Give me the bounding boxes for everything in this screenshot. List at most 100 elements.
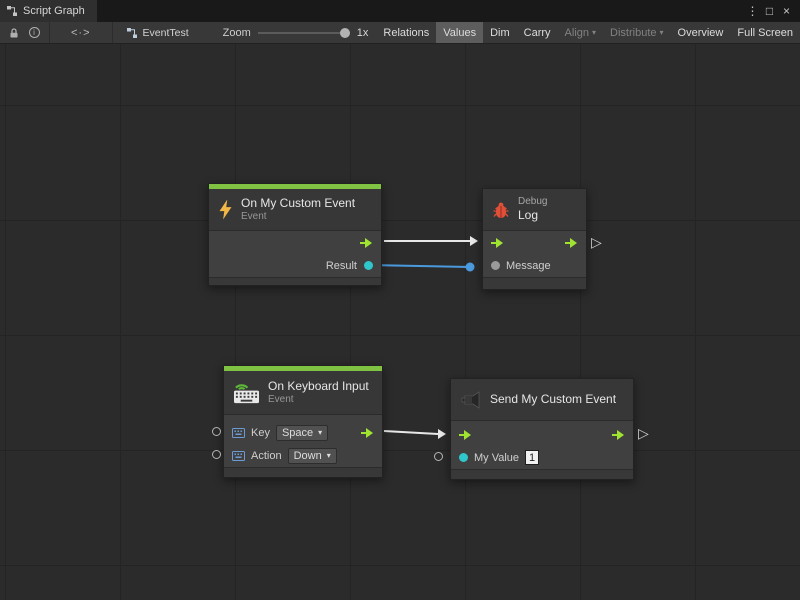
my-value-unconnected-port[interactable]: [434, 452, 443, 461]
info-icon[interactable]: i: [24, 27, 44, 38]
chevron-down-icon: ▾: [592, 29, 596, 37]
dim-label: Dim: [490, 27, 510, 39]
key-dropdown[interactable]: Space ▾: [276, 425, 328, 441]
overview-label: Overview: [678, 27, 724, 39]
chevron-down-icon: ▾: [318, 429, 322, 437]
script-graph-window: Script Graph ⋮ □ × i <·> EventTes: [0, 0, 800, 600]
zoom-value: 1x: [357, 27, 369, 39]
node-footer: [224, 467, 382, 477]
bug-icon: [492, 201, 510, 219]
chevron-down-icon: ▾: [327, 452, 331, 460]
action-icon: [232, 451, 245, 461]
node-on-keyboard-input[interactable]: On Keyboard Input Event Key Space ▾: [223, 365, 383, 478]
zoom-knob[interactable]: [340, 28, 350, 38]
port-row: [451, 423, 633, 446]
node-body: Message: [483, 231, 586, 277]
relations-button[interactable]: Relations: [376, 22, 436, 43]
flow-output-port[interactable]: [361, 428, 374, 438]
result-value-port[interactable]: [364, 261, 373, 270]
fullscreen-label: Full Screen: [737, 27, 793, 39]
value-connection-endpoint: [466, 263, 475, 272]
port-row: [209, 231, 381, 254]
toolbar-separator: [49, 22, 50, 43]
node-footer: [209, 277, 381, 285]
flow-output-port[interactable]: [612, 430, 625, 440]
node-title: Send My Custom Event: [490, 392, 616, 407]
node-title: On My Custom Event: [241, 196, 355, 211]
distribute-label: Distribute: [610, 27, 656, 39]
node-body: Result: [209, 231, 381, 277]
node-send-my-custom-event[interactable]: Send My Custom Event My Value 1: [450, 378, 634, 480]
zoom-slider[interactable]: [258, 27, 350, 39]
node-header: On Keyboard Input Event: [224, 371, 382, 415]
maximize-icon[interactable]: □: [761, 4, 778, 18]
action-dropdown[interactable]: Down ▾: [288, 448, 337, 464]
key-port-label: Key: [251, 427, 270, 439]
port-row: My Value 1: [451, 446, 633, 469]
flow-arrowhead: [438, 429, 446, 439]
node-footer: [451, 469, 633, 479]
titlebar: Script Graph ⋮ □ ×: [0, 0, 800, 22]
graph-icon: [6, 5, 18, 17]
flow-arrowhead: [470, 236, 478, 246]
node-subtitle: Event: [268, 394, 369, 406]
tab-title: Script Graph: [23, 5, 85, 17]
relations-label: Relations: [383, 27, 429, 39]
node-title: Log: [518, 208, 547, 223]
lightning-icon: [218, 200, 233, 220]
flow-output-port[interactable]: [360, 238, 373, 248]
my-value-port-label: My Value: [474, 452, 519, 464]
align-label: Align: [565, 27, 589, 39]
key-unconnected-port[interactable]: [212, 427, 221, 436]
node-debug-log[interactable]: Debug Log Message: [482, 188, 587, 290]
message-port-label: Message: [506, 260, 551, 272]
value-connection-result-to-message[interactable]: [369, 265, 470, 267]
zoom-label: Zoom: [223, 27, 251, 39]
tab-script-graph[interactable]: Script Graph: [0, 0, 97, 22]
keycode-icon: [232, 428, 245, 438]
zoom-track[interactable]: [258, 32, 350, 34]
action-port-label: Action: [251, 450, 282, 462]
graph-toolbar: i <·> EventTest Zoom 1x Relations Values: [0, 22, 800, 44]
node-body: Key Space ▾ Action Down ▾: [224, 415, 382, 467]
action-unconnected-port[interactable]: [212, 450, 221, 459]
action-dropdown-value: Down: [294, 450, 322, 462]
lock-icon[interactable]: [4, 27, 24, 39]
values-label: Values: [443, 27, 476, 39]
dim-button[interactable]: Dim: [483, 22, 517, 43]
align-button[interactable]: Align ▾: [558, 22, 603, 43]
key-dropdown-value: Space: [282, 427, 313, 439]
window-controls: ⋮ □ ×: [744, 0, 800, 22]
window-menu-icon[interactable]: ⋮: [744, 4, 761, 18]
message-value-port[interactable]: [491, 261, 500, 270]
node-category: Debug: [518, 196, 547, 208]
graph-canvas[interactable]: On My Custom Event Event Result: [0, 44, 800, 600]
relation-triangle-icon: ▷: [591, 235, 602, 249]
port-row: Message: [483, 254, 586, 277]
overview-button[interactable]: Overview: [671, 22, 731, 43]
node-body: My Value 1: [451, 421, 633, 469]
my-value-port[interactable]: [459, 453, 468, 462]
graph-breadcrumb[interactable]: EventTest: [126, 27, 189, 39]
distribute-button[interactable]: Distribute ▾: [603, 22, 670, 43]
relation-triangle-icon: ▷: [638, 426, 649, 440]
port-row: Result: [209, 254, 381, 277]
graph-asset-icon: [126, 27, 138, 39]
node-on-my-custom-event[interactable]: On My Custom Event Event Result: [208, 183, 382, 286]
carry-button[interactable]: Carry: [517, 22, 558, 43]
flow-output-port[interactable]: [565, 238, 578, 248]
air-horn-icon: [460, 390, 482, 410]
flow-connection-keyboard-to-send[interactable]: [384, 431, 438, 434]
flow-input-port[interactable]: [491, 238, 504, 248]
my-value-input[interactable]: 1: [525, 450, 539, 465]
code-view-icon[interactable]: <·>: [71, 27, 91, 39]
node-subtitle: Event: [241, 211, 355, 223]
chevron-down-icon: ▾: [660, 29, 664, 37]
result-port-label: Result: [326, 260, 357, 272]
port-row: [483, 231, 586, 254]
fullscreen-button[interactable]: Full Screen: [730, 22, 800, 43]
flow-input-port[interactable]: [459, 430, 472, 440]
node-header: On My Custom Event Event: [209, 189, 381, 231]
close-icon[interactable]: ×: [778, 4, 795, 18]
values-button[interactable]: Values: [436, 22, 483, 43]
